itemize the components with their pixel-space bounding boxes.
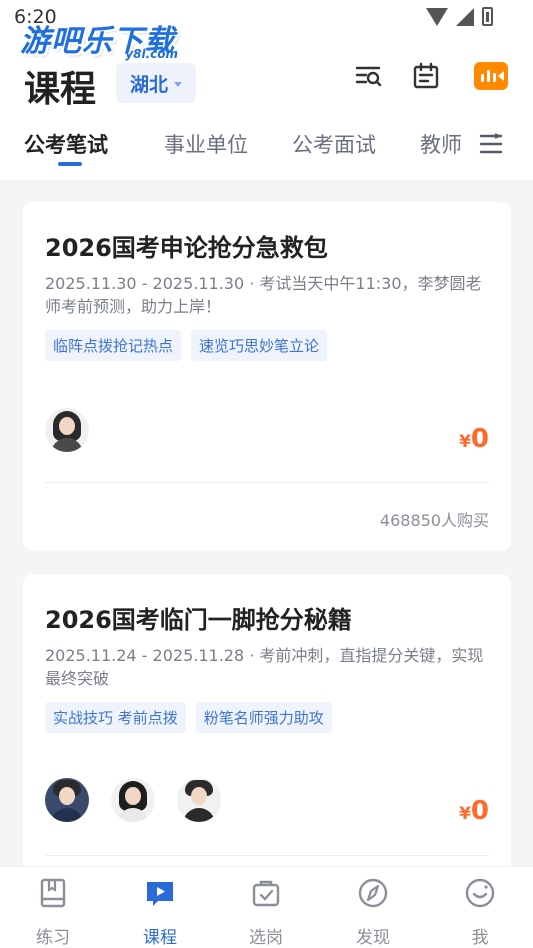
- teacher-avatar: [177, 778, 221, 822]
- course-title: 2026国考临门一脚抢分秘籍: [45, 606, 352, 634]
- teacher-avatar: [45, 778, 89, 822]
- tab-gongkao-bishi[interactable]: 公考笔试: [24, 129, 108, 159]
- camera-icon: [498, 71, 504, 81]
- tab-shiye-danwei[interactable]: 事业单位: [164, 129, 248, 159]
- teacher-avatar: [111, 778, 155, 822]
- course-tag: 临阵点拨抢记热点: [45, 330, 182, 361]
- calendar-icon[interactable]: [412, 62, 440, 90]
- nav-item-courses[interactable]: 课程: [120, 873, 200, 948]
- tab-jiaoshi[interactable]: 教师: [420, 129, 462, 159]
- course-description: 2025.11.24 - 2025.11.28 · 考前冲刺，直指提分关键，实现…: [45, 646, 484, 688]
- course-tag: 速览巧思妙笔立论: [191, 330, 328, 361]
- nav-item-discover[interactable]: 发现: [333, 873, 413, 948]
- course-tags: 临阵点拨抢记热点 速览巧思妙笔立论: [45, 330, 328, 361]
- active-tab-indicator: [58, 162, 82, 166]
- bag-check-icon: [252, 880, 280, 907]
- smile-icon: [465, 878, 495, 908]
- nav-item-practice[interactable]: 练习: [13, 873, 93, 948]
- live-bars-icon: [481, 70, 496, 82]
- course-description: 2025.11.30 - 2025.11.30 · 考试当天中午11:30，李梦…: [45, 274, 482, 316]
- region-label: 湖北: [129, 73, 168, 96]
- nav-label: 我: [471, 928, 489, 948]
- price-value: 0: [470, 424, 489, 454]
- course-card[interactable]: 2026国考申论抢分急救包 2025.11.30 - 2025.11.30 · …: [23, 202, 511, 551]
- teacher-avatar: [45, 408, 89, 452]
- card-divider: [45, 482, 489, 483]
- course-tag: 粉笔名师强力助攻: [195, 702, 332, 733]
- tab-menu-icon[interactable]: [479, 133, 503, 155]
- nav-item-me[interactable]: 我: [440, 873, 520, 948]
- caret-down-icon: [174, 81, 182, 87]
- course-card[interactable]: 2026国考临门一脚抢分秘籍 2025.11.24 - 2025.11.28 ·…: [23, 574, 511, 894]
- course-price: ¥0: [459, 796, 489, 826]
- compass-icon: [358, 878, 388, 908]
- course-tag: 实战技巧 考前点拨: [45, 702, 186, 733]
- nav-label: 选岗: [249, 928, 283, 948]
- price-value: 0: [470, 796, 489, 826]
- wifi-icon: [426, 7, 448, 26]
- nav-item-positions[interactable]: 选岗: [226, 873, 306, 948]
- watermark-sub: y8l.com: [125, 47, 178, 61]
- signal-icon: [456, 7, 474, 26]
- region-selector[interactable]: 湖北: [116, 63, 196, 103]
- card-divider: [45, 855, 489, 856]
- page-title: 课程: [24, 69, 97, 110]
- teacher-avatars: [45, 408, 89, 452]
- book-icon: [40, 878, 66, 908]
- nav-label: 发现: [356, 928, 390, 948]
- search-list-icon[interactable]: [355, 62, 383, 90]
- status-icons: [426, 7, 493, 26]
- price-currency: ¥: [459, 432, 471, 452]
- price-currency: ¥: [459, 804, 471, 824]
- course-price: ¥0: [459, 424, 489, 454]
- tab-gongkao-mianshi[interactable]: 公考面试: [292, 129, 376, 159]
- nav-label: 练习: [36, 928, 70, 948]
- teacher-avatars: [45, 778, 221, 822]
- play-icon: [147, 882, 173, 906]
- buyer-count: 468850人购买: [379, 511, 489, 530]
- course-title: 2026国考申论抢分急救包: [45, 234, 328, 262]
- battery-icon: [482, 7, 493, 26]
- bottom-nav: 练习 课程 选岗 发现 我: [0, 866, 533, 948]
- course-tags: 实战技巧 考前点拨 粉笔名师强力助攻: [45, 702, 332, 733]
- category-tabs: 公考笔试 事业单位 公考面试 教师: [0, 124, 533, 168]
- nav-label: 课程: [143, 928, 177, 948]
- live-video-button[interactable]: [474, 62, 508, 90]
